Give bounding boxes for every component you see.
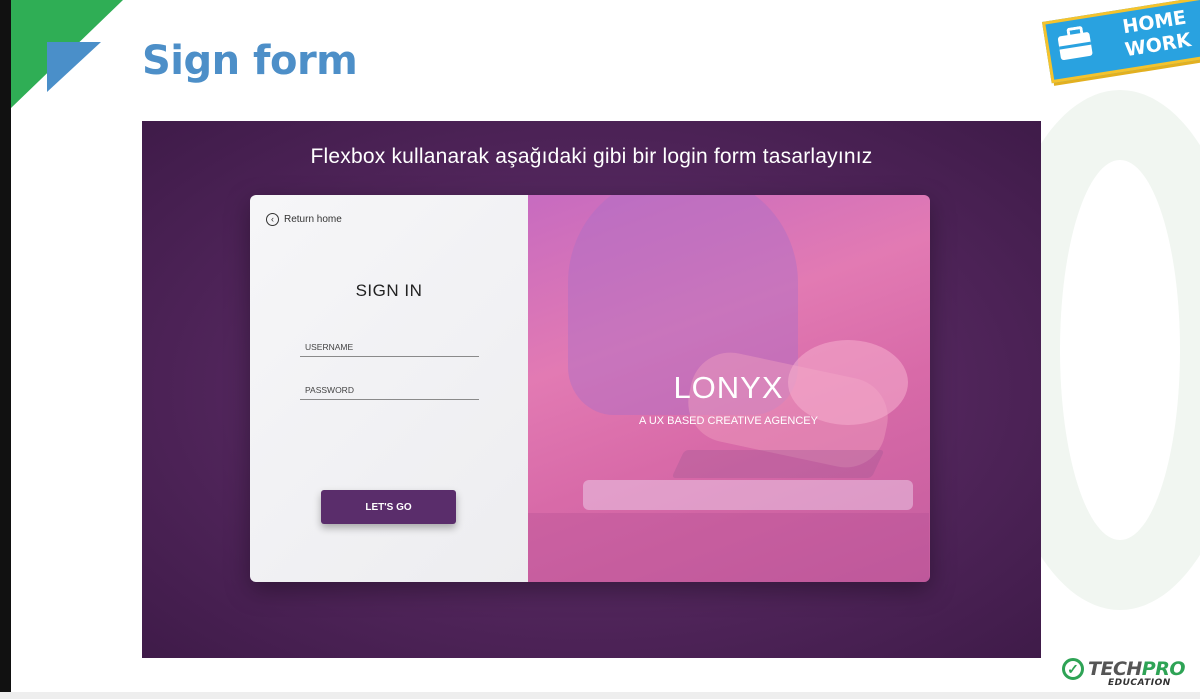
hero-tagline: A UX BASED CREATIVE AGENCEY [639,415,818,427]
techpro-logo: ✓ TECHPRO EDUCATION [1062,658,1200,690]
bottom-bar [0,692,1200,699]
hero-photo-keyboard [671,450,885,478]
briefcase-icon [1057,31,1093,61]
password-placeholder: PASSWORD [305,384,354,395]
hero-photo-laptop [583,480,913,510]
logo-subtitle: EDUCATION [1108,678,1171,688]
login-card: ‹ Return home SIGN IN USERNAME PASSWORD … [250,195,930,582]
logo-wordmark-tech: TECH [1088,658,1142,680]
lets-go-button[interactable]: LET'S GO [321,490,456,524]
example-panel: Flexbox kullanarak aşağıdaki gibi bir lo… [142,121,1041,658]
hero-image-section: LONYX A UX BASED CREATIVE AGENCEY [528,195,930,582]
hero-brand: LONYX [673,370,784,405]
sign-in-title: SIGN IN [355,281,423,300]
corner-blue-triangle [47,42,101,92]
instruction-text: Flexbox kullanarak aşağıdaki gibi bir lo… [310,145,873,168]
back-arrow-icon: ‹ [266,213,279,226]
homework-badge-text: HOME WORK [1103,4,1200,65]
return-home-link[interactable]: ‹ Return home [266,213,342,226]
username-field[interactable]: USERNAME [300,337,479,357]
return-home-label: Return home [284,214,342,225]
password-field[interactable]: PASSWORD [300,380,479,400]
username-placeholder: USERNAME [305,341,354,352]
homework-badge: HOME WORK [1042,0,1200,84]
slide-title: Sign form [142,38,358,84]
logo-wordmark: TECHPRO [1088,658,1186,680]
login-form-section: ‹ Return home SIGN IN USERNAME PASSWORD … [250,195,528,582]
logo-wordmark-pro: PRO [1141,658,1186,680]
hero-photo-desk [528,513,929,582]
left-edge-strip [0,0,11,699]
checkmark-icon: ✓ [1062,658,1084,680]
